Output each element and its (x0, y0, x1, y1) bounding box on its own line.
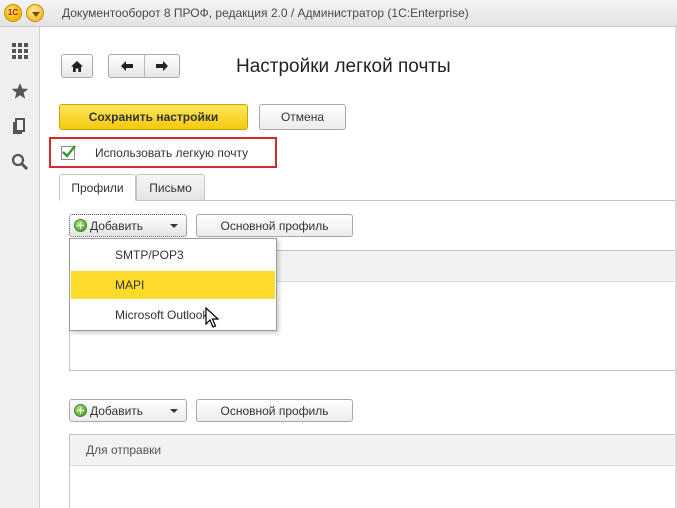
sending-table-header: Для отправки (70, 435, 676, 466)
history-icon[interactable] (10, 116, 30, 136)
add-profile-button[interactable]: Добавить (69, 214, 187, 237)
save-settings-button[interactable]: Сохранить настройки (59, 104, 248, 130)
use-easy-mail-checkbox[interactable] (61, 145, 76, 160)
search-icon[interactable] (10, 152, 30, 172)
arrow-right-icon (156, 61, 168, 71)
sending-main-profile-button[interactable]: Основной профиль (196, 399, 353, 422)
title-bar: 1C Документооборот 8 ПРОФ, редакция 2.0 … (0, 0, 677, 27)
apps-grid-icon[interactable] (10, 41, 30, 61)
plus-icon (74, 219, 87, 232)
home-button-group (61, 54, 93, 78)
forward-button[interactable] (144, 55, 179, 77)
sidebar (0, 27, 40, 508)
add-sending-button[interactable]: Добавить (69, 399, 187, 422)
chevron-down-icon (170, 408, 178, 413)
plus-icon (74, 404, 87, 417)
use-easy-mail-highlight: Использовать легкую почту (49, 137, 277, 168)
app-logo-icon: 1C (4, 4, 22, 22)
menu-item-mapi[interactable]: MAPI (71, 271, 275, 299)
use-easy-mail-label: Использовать легкую почту (95, 146, 249, 160)
menu-item-microsoft-outlook[interactable]: Microsoft Outlook (71, 301, 275, 329)
chevron-down-icon (170, 223, 178, 228)
mouse-cursor-icon (205, 307, 219, 328)
checkmark-icon (62, 145, 76, 158)
cancel-button[interactable]: Отмена (259, 104, 346, 130)
add-profile-label: Добавить (90, 218, 144, 233)
main-profile-button[interactable]: Основной профиль (196, 214, 353, 237)
sending-table[interactable]: Для отправки (69, 434, 677, 508)
history-nav-group (108, 54, 180, 78)
page-title: Настройки легкой почты (236, 56, 451, 77)
menu-item-smtp-pop3[interactable]: SMTP/POP3 (71, 241, 275, 269)
home-button[interactable] (62, 55, 92, 77)
arrow-left-icon (120, 61, 133, 71)
back-button[interactable] (109, 55, 144, 77)
tab-letter[interactable]: Письмо (136, 174, 205, 201)
home-icon (71, 60, 83, 72)
add-profile-dropdown: SMTP/POP3 MAPI Microsoft Outlook (69, 238, 277, 331)
add-sending-label: Добавить (90, 403, 144, 418)
main-menu-button[interactable] (26, 4, 44, 22)
star-icon[interactable] (10, 81, 30, 101)
tab-profiles[interactable]: Профили (59, 174, 136, 201)
sending-column-header: Для отправки (86, 443, 162, 457)
window-title: Документооборот 8 ПРОФ, редакция 2.0 / А… (62, 6, 469, 20)
